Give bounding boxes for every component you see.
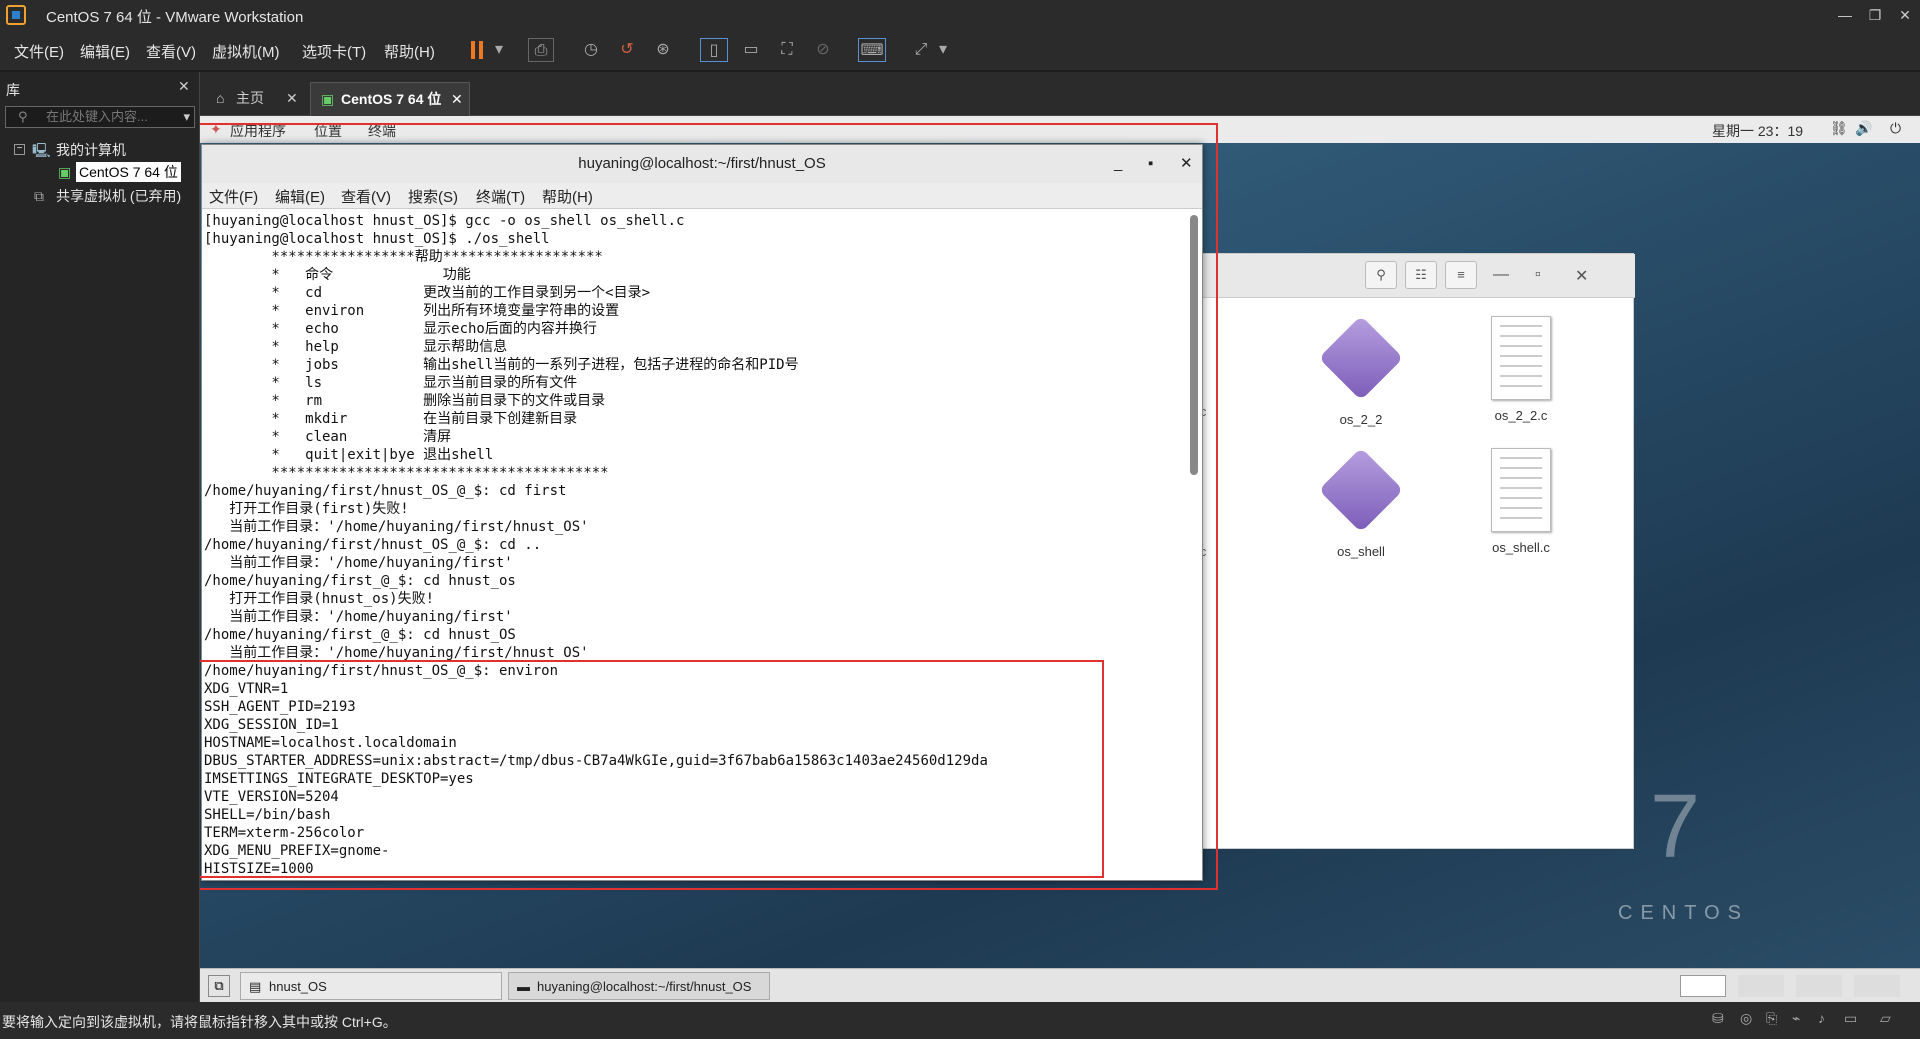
menu-file[interactable]: 文件(E) xyxy=(14,41,64,62)
file-os-2-2[interactable]: os_2_2 xyxy=(1301,315,1421,427)
workspace-2[interactable] xyxy=(1738,975,1784,997)
clock[interactable]: 星期一 23：19 xyxy=(1712,121,1803,141)
chevron-down-icon[interactable]: ▾ xyxy=(492,38,506,62)
fullscreen-icon[interactable]: ⛶ xyxy=(774,38,800,62)
network-icon[interactable]: ⛓ xyxy=(1830,120,1848,137)
unity-icon[interactable]: ⊘ xyxy=(810,38,836,62)
minimize-button[interactable]: — xyxy=(1830,4,1860,26)
menu-edit[interactable]: 编辑(E) xyxy=(80,41,130,62)
file-name: os_2_2 xyxy=(1339,412,1383,427)
home-icon: ⌂ xyxy=(216,90,225,106)
sidebar-toggle-icon[interactable]: ▯ xyxy=(700,38,728,62)
vm-icon: ▣ xyxy=(58,164,72,180)
tab-home[interactable]: ⌂ 主页 ✕ xyxy=(206,82,306,116)
sound-icon[interactable]: ♪ xyxy=(1818,1010,1825,1026)
file-name: os_2_2.c xyxy=(1494,408,1548,423)
close-icon[interactable]: ✕ xyxy=(178,78,190,95)
file-os-shell[interactable]: os_shell xyxy=(1301,447,1421,559)
file-name: os_shell.c xyxy=(1492,540,1550,555)
pause-button[interactable] xyxy=(462,38,492,62)
taskbar-item-files[interactable]: ▤ hnust_OS xyxy=(240,972,502,1000)
close-button[interactable]: ✕ xyxy=(1890,4,1920,26)
snapshot-icon[interactable]: ◷ xyxy=(578,38,604,62)
status-message: 要将输入定向到该虚拟机，请将鼠标指针移入其中或按 Ctrl+G。 xyxy=(2,1014,397,1030)
file-os-shell-c[interactable]: os_shell.c xyxy=(1461,448,1581,555)
tab-bar: ⌂ 主页 ✕ ▣ CentOS 7 64 位 ✕ xyxy=(200,72,1920,116)
workspace-1[interactable] xyxy=(1680,975,1726,997)
library-search-input[interactable]: ⚲ 在此处键入内容... ▾ xyxy=(5,106,195,128)
library-panel: 库 ✕ ⚲ 在此处键入内容... ▾ − 🖳 我的计算机 ▣ CentOS 7 … xyxy=(0,72,200,1014)
close-button[interactable]: ✕ xyxy=(1575,266,1588,286)
message-icon[interactable]: ▱ xyxy=(1880,1010,1891,1027)
menu-bar: 文件(E) 编辑(E) 查看(V) 虚拟机(M) 选项卡(T) 帮助(H) ▾ … xyxy=(0,30,1920,70)
terminal-icon: ▬ xyxy=(517,979,530,994)
restore-button[interactable]: ❐ xyxy=(1860,4,1890,26)
computer-icon: 🖳 xyxy=(32,142,51,158)
view-options-icon[interactable]: ☷ xyxy=(1405,261,1437,289)
taskbar-item-label: hnust_OS xyxy=(269,979,327,994)
centos-brand: CENTOS xyxy=(1618,902,1749,924)
vmware-logo-icon xyxy=(6,5,26,25)
display-icon[interactable]: ▭ xyxy=(1844,1010,1857,1027)
centos-version-mark: 7 xyxy=(1650,777,1701,877)
shared-vm-icon: ⧉ xyxy=(34,188,44,204)
vm-icon: ▣ xyxy=(321,91,335,107)
close-icon[interactable]: ✕ xyxy=(286,82,298,114)
search-icon: ⚲ xyxy=(18,109,28,124)
power-icon[interactable]: ⏻ xyxy=(1890,120,1901,137)
window-title: CentOS 7 64 位 - VMware Workstation xyxy=(46,9,304,26)
menu-help[interactable]: 帮助(H) xyxy=(384,41,435,62)
close-icon[interactable]: ✕ xyxy=(451,83,463,115)
tree-my-computer[interactable]: 我的计算机 xyxy=(56,140,126,160)
snapshot-manager-icon[interactable]: ⊛ xyxy=(650,38,676,62)
file-manager-window: ⚲ ☷ ≡ — ▫ ✕ 2.c 3.c os_2_2 os_2_2.c os_s… xyxy=(1189,253,1635,849)
network-adapter-icon[interactable]: ⎘ xyxy=(1766,1010,1777,1027)
folder-icon: ▤ xyxy=(249,979,262,994)
text-file-icon xyxy=(1491,316,1551,400)
chevron-down-icon[interactable]: ▾ xyxy=(936,38,950,62)
tree-vm-centos[interactable]: CentOS 7 64 位 xyxy=(76,162,181,182)
tab-centos[interactable]: ▣ CentOS 7 64 位 ✕ xyxy=(310,82,470,116)
search-placeholder: 在此处键入内容... xyxy=(46,109,148,124)
show-desktop-icon[interactable]: ⧉ xyxy=(208,975,230,997)
taskbar-item-label: huyaning@localhost:~/first/hnust_OS xyxy=(537,979,752,994)
executable-icon xyxy=(1318,315,1404,401)
workspace-3[interactable] xyxy=(1796,975,1842,997)
volume-icon[interactable]: 🔊 xyxy=(1855,120,1872,137)
maximize-button[interactable]: ▫ xyxy=(1535,266,1541,284)
menu-tabs[interactable]: 选项卡(T) xyxy=(302,41,366,62)
file-os-2-2-c[interactable]: os_2_2.c xyxy=(1461,316,1581,423)
gnome-taskbar: ⧉ ▤ hnust_OS ▬ huyaning@localhost:~/firs… xyxy=(200,968,1920,1002)
file-name: os_shell xyxy=(1337,544,1385,559)
vm-console[interactable]: ✦ 应用程序 位置 终端 星期一 23：19 ⛓ 🔊 ⏻ ⚲ ☷ ≡ — ▫ ✕… xyxy=(200,116,1920,1002)
tree-shared-vms[interactable]: 共享虚拟机 (已弃用) xyxy=(56,186,181,206)
console-view-icon[interactable]: ⌨ xyxy=(858,38,886,62)
highlight-environ-box xyxy=(200,660,1104,878)
executable-icon xyxy=(1318,447,1404,533)
workspace-4[interactable] xyxy=(1854,975,1900,997)
cd-icon[interactable]: ◎ xyxy=(1740,1010,1752,1027)
usb-icon[interactable]: ⌁ xyxy=(1792,1010,1800,1027)
file-manager-header: ⚲ ☷ ≡ — ▫ ✕ xyxy=(1191,254,1635,298)
menu-view[interactable]: 查看(V) xyxy=(146,41,196,62)
menu-icon[interactable]: ≡ xyxy=(1445,261,1477,289)
title-bar: CentOS 7 64 位 - VMware Workstation — ❐ ✕ xyxy=(0,0,1920,30)
collapse-icon[interactable]: − xyxy=(14,144,25,155)
revert-snapshot-icon[interactable]: ↺ xyxy=(614,38,640,62)
tab-centos-label: CentOS 7 64 位 xyxy=(341,91,442,107)
menu-vm[interactable]: 虚拟机(M) xyxy=(212,41,280,62)
search-icon[interactable]: ⚲ xyxy=(1365,261,1397,289)
text-file-icon xyxy=(1491,448,1551,532)
minimize-button[interactable]: — xyxy=(1493,266,1509,284)
stretch-icon[interactable]: ⤢ xyxy=(908,38,934,62)
library-title: 库 xyxy=(6,82,20,98)
hard-disk-icon[interactable]: ⛁ xyxy=(1712,1010,1724,1027)
taskbar-item-terminal[interactable]: ▬ huyaning@localhost:~/first/hnust_OS xyxy=(508,972,770,1000)
thumbnail-bar-icon[interactable]: ▭ xyxy=(738,38,764,62)
tab-home-label: 主页 xyxy=(236,90,264,106)
chevron-down-icon[interactable]: ▾ xyxy=(183,107,190,127)
send-ctrl-alt-del-icon[interactable]: ⎙ xyxy=(528,38,554,62)
status-bar: 要将输入定向到该虚拟机，请将鼠标指针移入其中或按 Ctrl+G。 ⛁ ◎ ⎘ ⌁… xyxy=(0,1002,1920,1039)
